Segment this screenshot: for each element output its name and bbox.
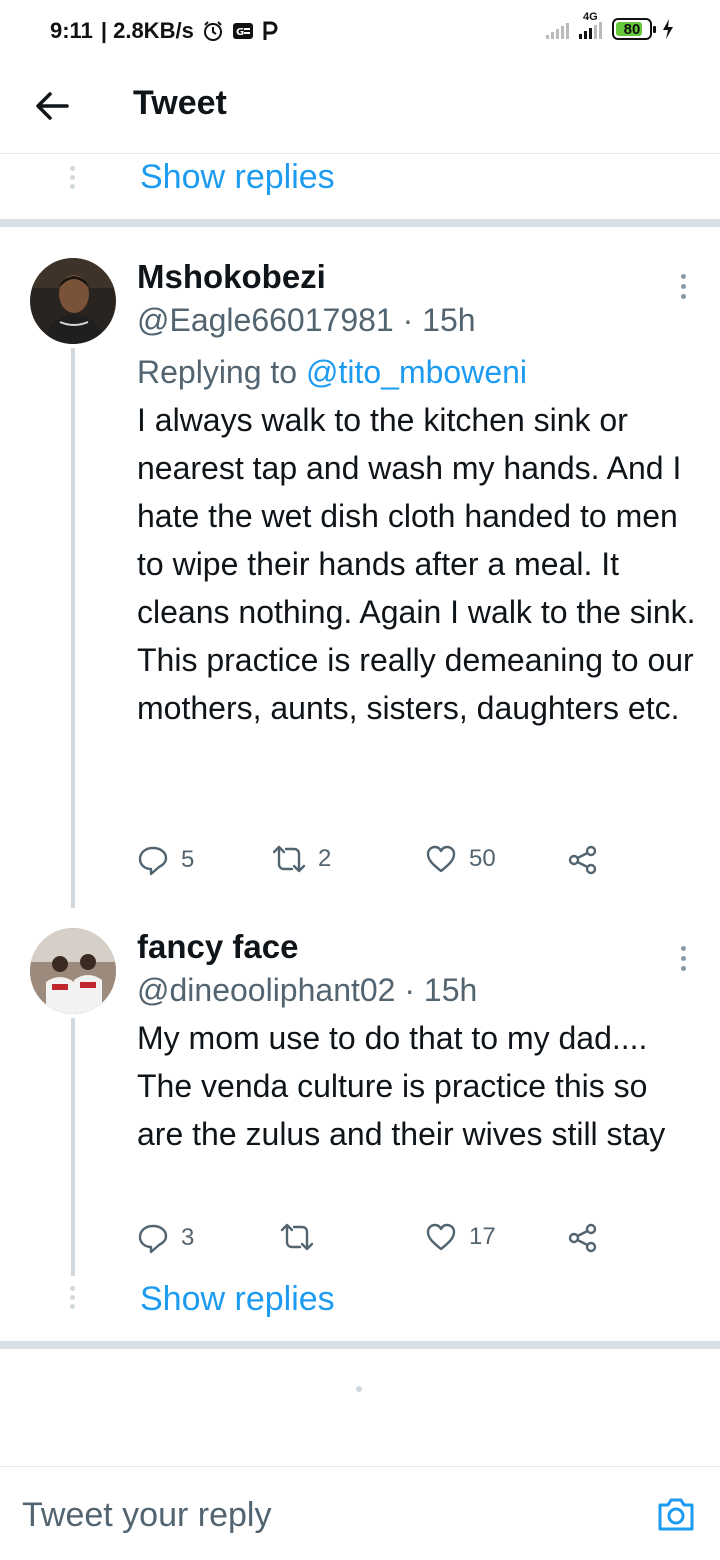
tweet-text: I always walk to the kitchen sink or nea… [137,402,696,726]
retweet-button[interactable]: 2 [272,844,331,874]
replying-to-prefix: Replying to [137,354,306,390]
status-bar: 9:11 | 2.8KB/s G 4G 80 [0,0,720,62]
tweet-actions: 3 17 [137,1222,617,1262]
replying-to: Replying to @tito_mboweni [137,354,527,391]
avatar[interactable] [30,928,116,1014]
display-name[interactable]: Mshokobezi [137,258,326,296]
tweet-1[interactable]: Mshokobezi @Eagle66017981 · 15h Replying… [0,228,720,908]
comment-icon [138,1224,168,1254]
share-button[interactable] [567,1222,599,1254]
like-count: 50 [469,845,496,872]
thread-dots-icon [70,1286,75,1309]
status-speed: | 2.8KB/s [100,18,194,43]
show-replies-link[interactable]: Show replies [140,1280,335,1319]
handle-timestamp: @Eagle66017981 · 15h [137,302,476,338]
heart-icon [426,845,456,873]
reply-input[interactable] [22,1493,622,1537]
show-replies-row-bottom[interactable]: Show replies [0,1276,720,1336]
avatar-photo [30,258,116,344]
reply-button[interactable]: 3 [137,1222,194,1254]
avatar-photo [30,928,116,1014]
comment-icon [138,846,168,876]
signal-icon [546,19,569,39]
reply-count: 3 [181,1224,195,1251]
svg-text:G: G [236,27,244,38]
status-bar-left: 9:11 | 2.8KB/s G [50,18,278,44]
show-replies-row-top[interactable]: Show replies [0,156,720,216]
more-options-button[interactable] [676,946,690,971]
like-count: 17 [469,1223,496,1250]
arrow-left-icon [36,92,69,120]
avatar[interactable] [30,258,116,344]
top-app-bar: Tweet [0,62,720,154]
thread-line [71,1018,75,1276]
parking-app-icon [263,21,278,40]
like-button[interactable]: 17 [425,1222,496,1252]
notification-app-icon: G [232,23,253,39]
show-replies-link[interactable]: Show replies [140,158,335,197]
status-time: 9:11 [50,18,93,43]
battery-level: 80 [623,20,641,38]
section-divider [0,219,720,227]
heart-icon [426,1223,456,1251]
charging-icon [663,19,673,39]
battery-icon: 80 [612,18,656,40]
network-type: 4G [583,11,598,23]
more-options-button[interactable] [676,274,690,299]
like-button[interactable]: 50 [425,844,496,874]
retweet-icon [272,845,306,873]
camera-icon [658,1498,694,1531]
tweet-actions: 5 2 50 [137,844,617,884]
share-icon [568,845,597,875]
retweet-icon [280,1223,314,1251]
share-icon [568,1223,597,1253]
loading-dot [356,1386,362,1392]
status-bar-right: 4G 80 [546,11,674,40]
alarm-icon [203,21,222,41]
thread-line [71,348,75,908]
thread-dots-icon [70,166,75,189]
section-divider [0,1341,720,1349]
tweet-2[interactable]: fancy face @dineooliphant02 · 15h My mom… [0,928,720,1278]
tweet-text: My mom use to do that to my dad.... The … [137,1020,666,1152]
replying-to-mention[interactable]: @tito_mboweni [306,354,527,390]
handle-timestamp: @dineooliphant02 · 15h [137,972,478,1008]
camera-button[interactable] [656,1495,696,1535]
network-indicator: 4G [579,11,602,39]
reply-count: 5 [181,846,195,873]
retweet-button[interactable] [280,1222,326,1252]
reply-composer [0,1466,720,1560]
back-button[interactable] [28,82,76,130]
share-button[interactable] [567,844,599,876]
display-name[interactable]: fancy face [137,928,298,966]
retweet-count: 2 [318,845,332,872]
page-title: Tweet [133,84,227,122]
reply-button[interactable]: 5 [137,844,194,876]
